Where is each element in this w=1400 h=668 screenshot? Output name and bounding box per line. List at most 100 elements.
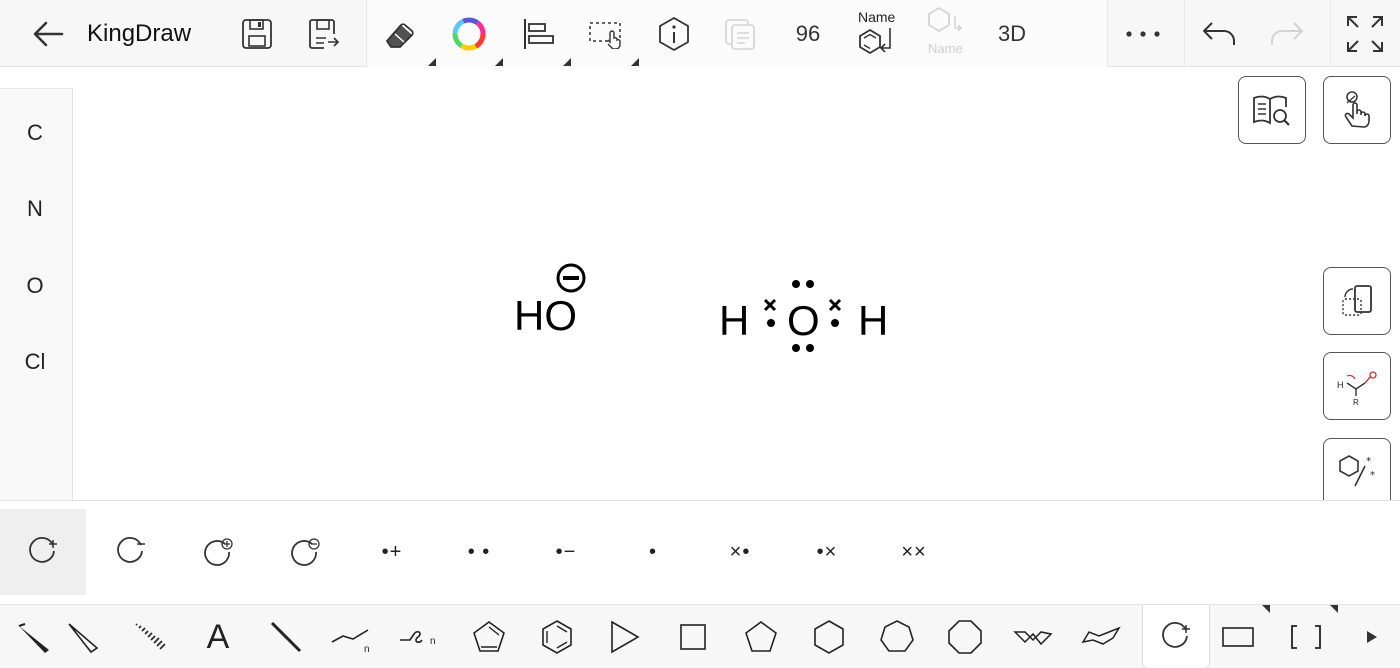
water-left-hydrogen[interactable]: H (719, 300, 749, 342)
tool-circled-minus[interactable] (262, 509, 348, 595)
eraser-button[interactable] (376, 0, 424, 67)
boat-cyclohexane-icon (1081, 626, 1121, 645)
structure-name-icon (928, 6, 963, 33)
bracket-icon (1291, 625, 1321, 649)
octagon-icon (948, 620, 982, 654)
negative-charge-icon[interactable] (554, 261, 588, 295)
rotate-screen-icon (1342, 285, 1372, 316)
search-structure-button[interactable] (1238, 76, 1306, 144)
tool-electron[interactable] (1142, 605, 1210, 668)
triangle-icon (611, 620, 640, 654)
element-chlorine[interactable]: Cl (0, 349, 70, 375)
tool-chain[interactable]: n (320, 605, 388, 668)
wavy-chain-icon: n (400, 630, 436, 647)
tool-hollow-wedge-bond[interactable] (48, 605, 116, 668)
tool-chair-cyclohexane[interactable] (999, 605, 1067, 668)
fullscreen-button[interactable] (1340, 0, 1390, 67)
tool-single-bond[interactable] (252, 605, 320, 668)
tool-cyclopentadiene[interactable] (455, 605, 523, 668)
element-palette: C N O Cl (0, 88, 73, 500)
tool-hexagon[interactable] (795, 605, 863, 668)
undo-button[interactable] (1196, 0, 1242, 67)
fullscreen-icon (1347, 15, 1383, 52)
stereo-button[interactable]: * * (1323, 438, 1391, 500)
three-d-label: 3D (997, 20, 1027, 46)
rectangle-shape-icon (1222, 627, 1254, 647)
count-button[interactable]: 96 (786, 0, 830, 67)
tool-single-dot[interactable]: • (610, 509, 696, 595)
water-electron-dots (763, 280, 842, 352)
eraser-dropdown-corner (428, 58, 436, 66)
reaction-template-button[interactable]: HR (1323, 352, 1391, 420)
pentagon-icon (745, 621, 777, 652)
info-button[interactable] (652, 0, 696, 67)
element-oxygen[interactable]: O (0, 273, 70, 299)
copy-button[interactable] (718, 0, 762, 67)
tool-dot-minus[interactable]: •− (523, 509, 609, 595)
tool-cross-cross[interactable]: ×× (871, 509, 957, 595)
tool-rectangle-shape[interactable] (1204, 605, 1272, 668)
back-button[interactable] (24, 0, 72, 67)
count-label: 96 (795, 20, 821, 46)
tool-benzene[interactable] (523, 605, 591, 668)
tool-bracket-shape[interactable] (1272, 605, 1340, 668)
save-as-icon (309, 18, 340, 49)
heptagon-icon (880, 620, 914, 652)
info-hexagon-icon (659, 16, 689, 51)
svg-text:n: n (364, 644, 370, 654)
more-button[interactable] (1118, 0, 1168, 67)
back-arrow-icon (33, 21, 64, 46)
hash-bond-icon (135, 623, 166, 650)
tool-wavy-chain[interactable]: n (388, 605, 456, 668)
hexagon-star-icon: ** (1339, 454, 1375, 486)
water-right-hydrogen[interactable]: H (858, 300, 888, 342)
electron-tool-row: •+ • • •− • ×• •× ×× (0, 500, 1400, 604)
hollow-wedge-icon (68, 623, 99, 654)
single-bond-icon (270, 621, 302, 653)
tool-text[interactable]: A (184, 605, 252, 668)
tool-radical-cation[interactable] (0, 509, 86, 595)
svg-text:n: n (430, 636, 436, 647)
rotate-screen-button[interactable] (1323, 267, 1391, 335)
tool-boat-cyclohexane[interactable] (1067, 605, 1135, 668)
chair-cyclohexane-icon (1013, 631, 1053, 646)
redo-button[interactable] (1264, 0, 1310, 67)
tool-square[interactable] (659, 605, 727, 668)
name-to-structure-button[interactable] (852, 10, 898, 67)
element-carbon[interactable]: C (0, 120, 70, 146)
circled-minus-icon (291, 538, 320, 566)
svg-text:H: H (1337, 380, 1344, 390)
align-button[interactable] (516, 0, 560, 67)
svg-text:*: * (1366, 456, 1371, 467)
tool-dot-cross[interactable]: •× (784, 509, 870, 595)
drawing-canvas[interactable]: HO H O H (74, 68, 1400, 500)
tool-octagon[interactable] (931, 605, 999, 668)
tool-cross-dot[interactable]: ×• (697, 509, 783, 595)
select-button[interactable] (584, 0, 630, 67)
tool-dot-plus[interactable]: •+ (349, 509, 435, 595)
benzene-icon (542, 620, 572, 654)
tool-circled-plus[interactable] (175, 509, 261, 595)
tool-triangle[interactable] (591, 605, 659, 668)
touch-mode-button[interactable] (1323, 76, 1391, 144)
align-dropdown-corner (563, 58, 571, 66)
tool-hash-bond[interactable] (115, 605, 183, 668)
save-as-button[interactable] (302, 0, 346, 67)
hand-pointer-icon (1344, 91, 1370, 128)
tool-heptagon[interactable] (863, 605, 931, 668)
three-d-button[interactable]: 3D (990, 0, 1034, 67)
tool-lone-pair[interactable]: • • (436, 509, 522, 595)
structure-to-name-button[interactable] (922, 0, 966, 46)
svg-text:*: * (1370, 470, 1375, 481)
tool-radical-anion[interactable] (88, 509, 174, 595)
wedge-bond-icon (18, 623, 49, 653)
redo-icon (1271, 21, 1303, 45)
radical-circle-minus-icon (117, 537, 145, 563)
reaction-mechanism-icon: HR (1337, 371, 1377, 406)
more-tools-button[interactable] (1344, 605, 1400, 668)
element-nitrogen[interactable]: N (0, 196, 70, 222)
tool-pentagon[interactable] (727, 605, 795, 668)
hydroxide-label[interactable]: HO (514, 295, 577, 337)
save-button[interactable] (235, 0, 279, 67)
color-button[interactable] (446, 0, 492, 67)
